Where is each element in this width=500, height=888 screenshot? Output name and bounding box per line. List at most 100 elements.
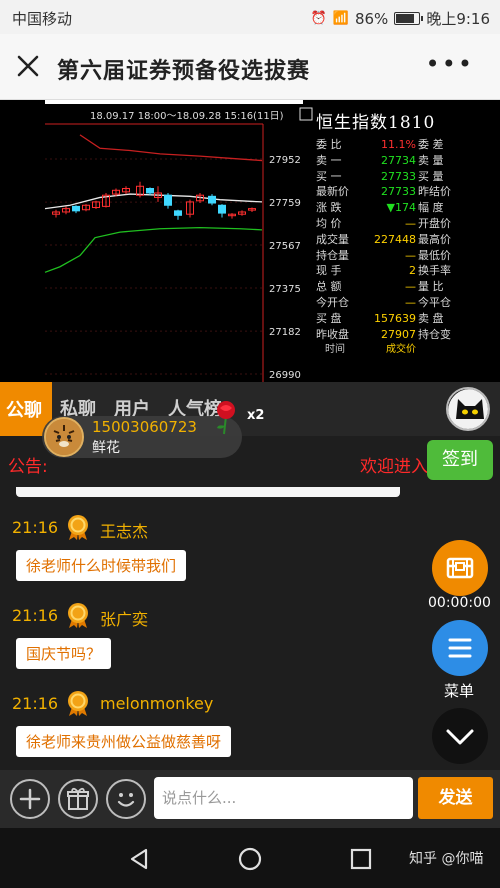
quote-key2: 开盘价 [418, 216, 451, 230]
footer-time: 时间 [325, 344, 345, 356]
message-bubble: 国庆节吗？ [16, 638, 112, 669]
price-tick-label: 27375 [269, 284, 301, 295]
quote-key: 均 价 [316, 216, 342, 230]
quote-key2: 换手率 [418, 264, 451, 278]
message-user[interactable]: 王志杰 [100, 518, 148, 542]
quote-title: 恒生指数1810 [316, 113, 436, 133]
quote-key2: 卖 盘 [418, 311, 444, 325]
quote-value: 157639 [374, 311, 416, 325]
page-title: 第六届证券预备役选拔赛 [57, 59, 311, 84]
signal-icon: 📶 [332, 11, 349, 26]
quote-value: — [405, 280, 416, 294]
status-bar: 中国移动 ⏰ 📶 86% 晚上9:16 [0, 0, 500, 34]
message-user[interactable]: melonmonkey [100, 694, 213, 713]
home-icon[interactable] [237, 846, 263, 872]
emoji-button[interactable] [106, 779, 146, 819]
quote-value: 2 [409, 264, 416, 278]
candlestick-chart: 18.09.17 18:00～18.09.28 15:16(11日) 27952… [44, 100, 313, 382]
message-user[interactable]: 张广奕 [100, 606, 148, 630]
quote-value: ▼174 [386, 201, 416, 215]
quote-key2: 最低价 [418, 248, 451, 262]
chat-input-bar: 发送 [0, 770, 500, 828]
live-video[interactable]: 18.09.17 18:00～18.09.28 15:16(11日) 27952… [0, 100, 500, 382]
treasure-chest-button[interactable] [432, 540, 488, 596]
carrier-label: 中国移动 [12, 10, 73, 28]
quote-key2: 量 比 [418, 280, 444, 294]
clock: 晚上9:16 [426, 10, 490, 28]
recents-icon[interactable] [348, 846, 374, 872]
price-tick-label: 26990 [269, 370, 301, 381]
quote-row: 卖 一 27734 卖 量 [316, 153, 456, 169]
battery-icon [394, 12, 424, 25]
message-bubble: 徐老师来贵州做公益做慈善呀 [16, 726, 232, 757]
notice-label: 公告: [8, 457, 48, 477]
more-menu-icon[interactable]: ••• [426, 50, 474, 78]
quote-key: 总 额 [316, 280, 342, 294]
gift-name: 鲜花 [92, 440, 120, 456]
smiley-icon [117, 793, 135, 807]
quote-value: — [405, 248, 416, 262]
chevron-down-icon [446, 729, 474, 745]
candle-body [208, 195, 216, 204]
tiger-avatar [44, 417, 84, 457]
quote-key: 持仓量 [316, 248, 349, 262]
quote-value: 27733 [381, 169, 416, 183]
watermark: 知乎 @你喵 [409, 851, 484, 867]
quote-key: 成交量 [316, 232, 349, 246]
notice-text: 欢迎进入 [360, 457, 428, 477]
host-avatar[interactable] [446, 387, 490, 431]
chart-toggle-icon [299, 107, 313, 121]
quote-key: 买 一 [316, 169, 342, 183]
candle-body [72, 205, 80, 212]
plus-button[interactable] [10, 779, 50, 819]
quote-value: — [405, 216, 416, 230]
candle-body [218, 204, 226, 214]
plus-icon [19, 788, 41, 810]
price-tick-label: 27759 [269, 198, 301, 209]
quote-key: 涨 跌 [316, 201, 342, 215]
quote-key: 委 比 [316, 138, 342, 151]
quote-panel: 恒生指数1810 委 比 11.1% 委 差卖 一 27734 卖 量买 一 27733 买… [316, 108, 456, 382]
quote-row: 买 盘 157639 卖 盘 [316, 311, 456, 327]
quote-key2: 买 量 [418, 169, 444, 183]
lower-band-line [44, 226, 263, 273]
chat-input[interactable] [154, 777, 413, 819]
nav-bar: 第六届证券预备役选拔赛 ••• [0, 34, 500, 100]
collapse-button[interactable] [432, 708, 488, 764]
quote-key2: 委 差 [418, 138, 444, 151]
chart-period-label: 18.09.17 18:00～18.09.28 15:16(11日) [90, 111, 284, 122]
message-time: 21:16 [12, 606, 59, 625]
quote-key2: 昨结价 [418, 185, 451, 199]
checkin-button[interactable]: 签到 [427, 440, 493, 480]
candle-body [146, 188, 154, 194]
quote-row: 今开仓 — 今平仓 [316, 295, 456, 311]
send-button[interactable]: 发送 [418, 777, 493, 819]
quote-value: 27907 [381, 327, 416, 341]
gift-count: x2 [247, 408, 265, 423]
countdown-timer: 00:00:00 [428, 595, 491, 611]
quote-row: 昨收盘 27907 持仓变 [316, 327, 456, 343]
alarm-icon: ⏰ [310, 11, 327, 26]
quote-row: 现 手 2 换手率 [316, 263, 456, 279]
gift-button[interactable] [58, 779, 98, 819]
footer-deal: 成交价 [386, 344, 416, 356]
quote-row: 持仓量 — 最低价 [316, 248, 456, 264]
quote-key2: 卖 量 [418, 153, 444, 167]
menu-button[interactable] [432, 620, 488, 676]
quote-key: 昨收盘 [316, 327, 349, 341]
menu-label: 菜单 [444, 682, 475, 700]
back-icon[interactable] [126, 846, 152, 872]
gift-sender: 15003060723 [92, 418, 197, 436]
price-tick-label: 27182 [269, 327, 301, 338]
quote-row: 成交量 227448 最高价 [316, 232, 456, 248]
price-axis: 27952 27759 27567 27375 27182 26990 [45, 155, 301, 381]
chart-top-bar [45, 100, 303, 104]
quote-value: 27733 [381, 185, 416, 199]
price-tick-label: 27567 [269, 241, 301, 252]
candle-body [174, 210, 182, 216]
close-icon[interactable] [14, 52, 42, 80]
message-time: 21:16 [12, 694, 59, 713]
level-badge-icon [68, 603, 88, 628]
quote-value: 227448 [374, 232, 416, 246]
quote-key2: 今平仓 [418, 295, 451, 309]
